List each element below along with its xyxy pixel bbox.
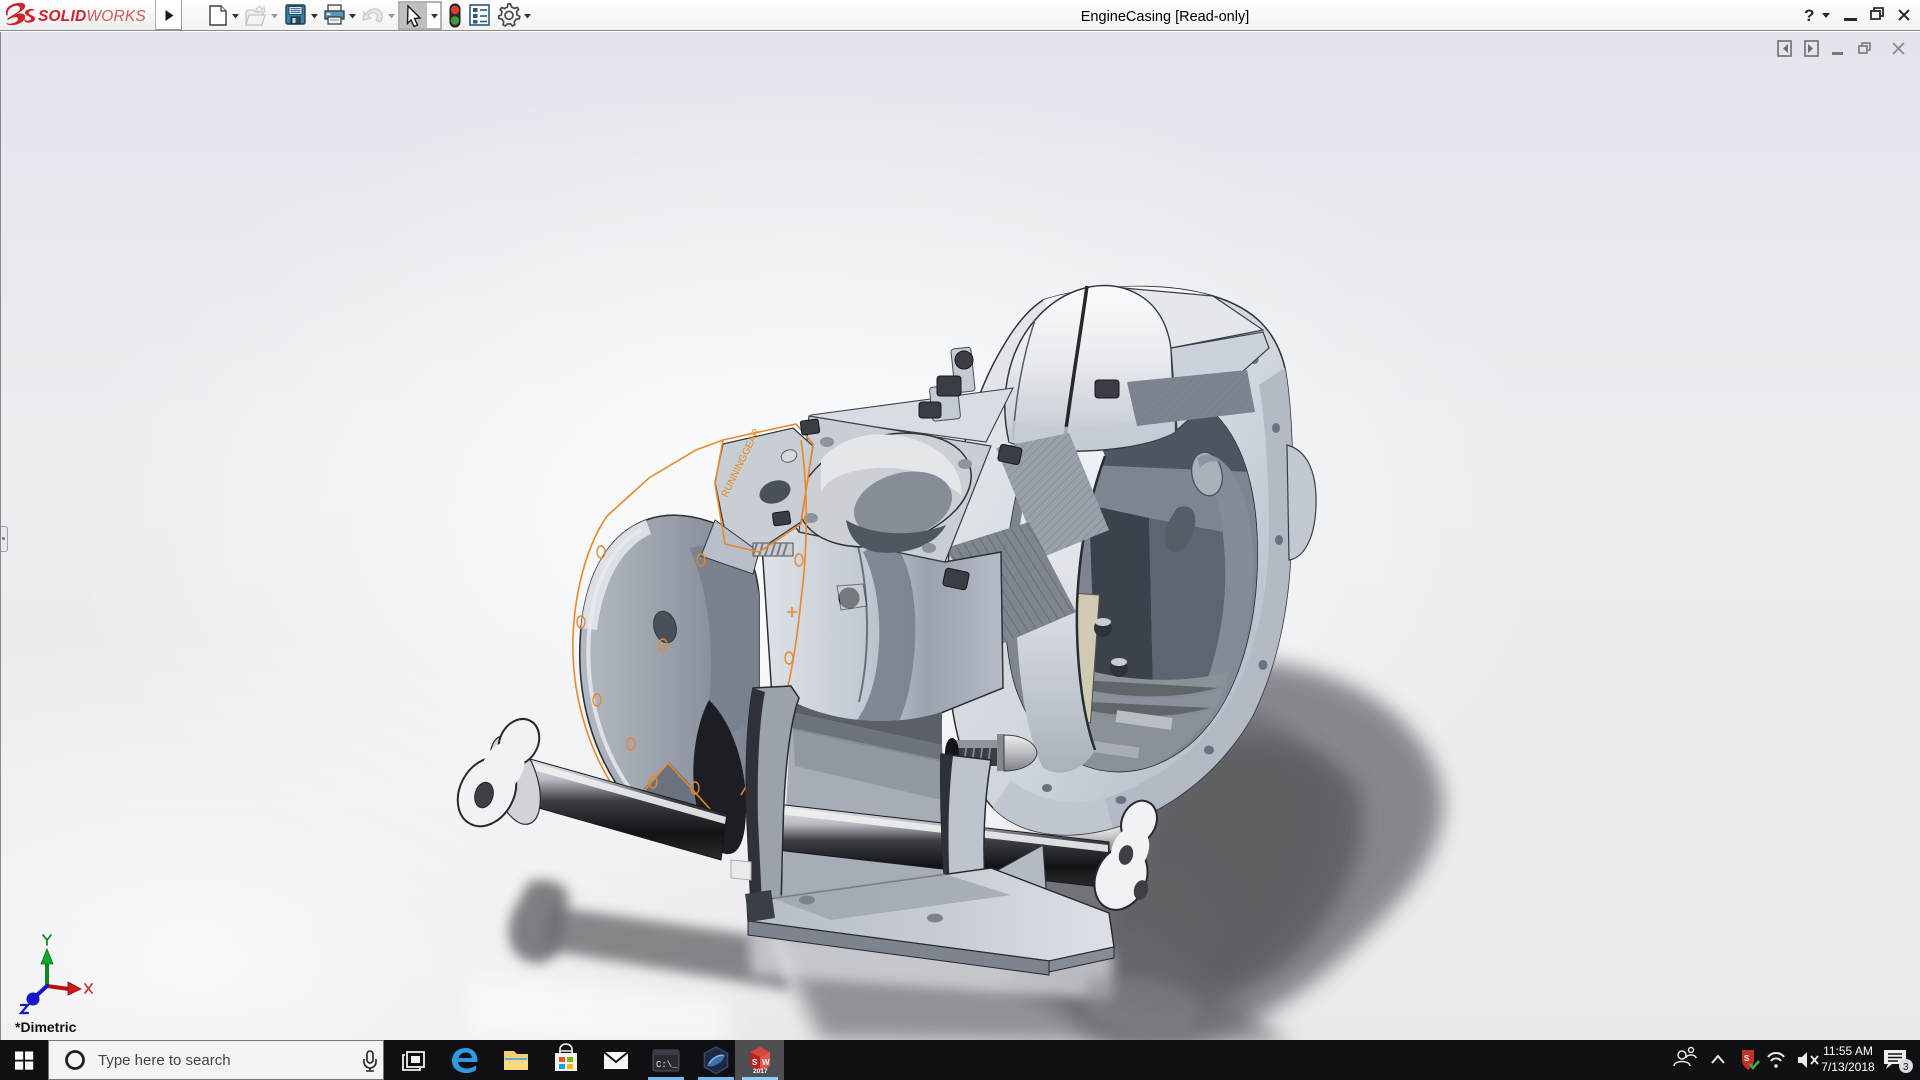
svg-text:C:\_: C:\_ (656, 1060, 678, 1070)
svg-text:?: ? (1804, 6, 1814, 25)
svg-text:W: W (762, 1058, 770, 1067)
svg-text:SOLIDWORKS: SOLIDWORKS (38, 8, 146, 25)
svg-text:S: S (752, 1058, 758, 1067)
svg-text:S: S (1744, 1054, 1750, 1063)
svg-text:2017: 2017 (753, 1068, 768, 1075)
svg-text:3: 3 (1903, 1062, 1909, 1073)
